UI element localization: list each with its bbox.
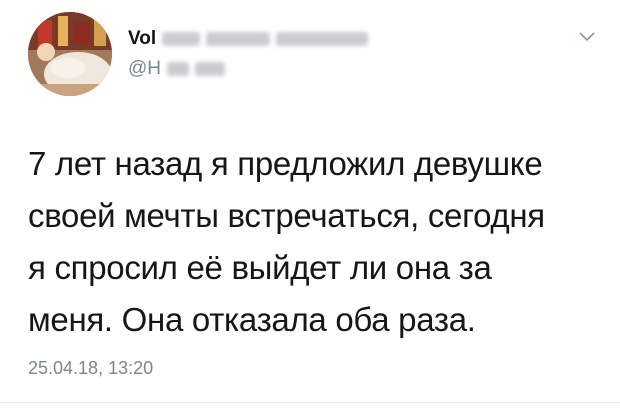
- chevron-down-icon[interactable]: [578, 30, 596, 44]
- redacted-name-part: [276, 32, 369, 46]
- redacted-name-part: [206, 32, 271, 46]
- divider: [0, 402, 620, 403]
- handle-text: @H: [128, 58, 162, 79]
- tweet-card: Vol @H 7 лет назад я предложил девушке с…: [0, 0, 620, 412]
- display-name[interactable]: Vol: [128, 28, 369, 50]
- timestamp[interactable]: 25.04.18, 13:20: [28, 358, 153, 379]
- avatar-photo: [28, 12, 112, 96]
- tweet-text-line: своей мечты встречаться, сегодня: [28, 197, 545, 234]
- tweet-text-line: 7 лет назад я предложил девушке: [28, 145, 543, 182]
- redacted-handle-part: [167, 62, 190, 76]
- tweet-text-line: я спросил её выйдет ли она за: [28, 249, 492, 286]
- redacted-handle-part: [195, 62, 226, 76]
- redacted-name-part: [162, 32, 201, 46]
- avatar[interactable]: [28, 12, 112, 96]
- user-handle[interactable]: @H: [128, 58, 226, 80]
- tweet-text-line: меня. Она отказала оба раза.: [28, 301, 476, 338]
- tweet-text: 7 лет назад я предложил девушке своей ме…: [28, 138, 608, 346]
- display-name-text: Vol: [128, 28, 157, 49]
